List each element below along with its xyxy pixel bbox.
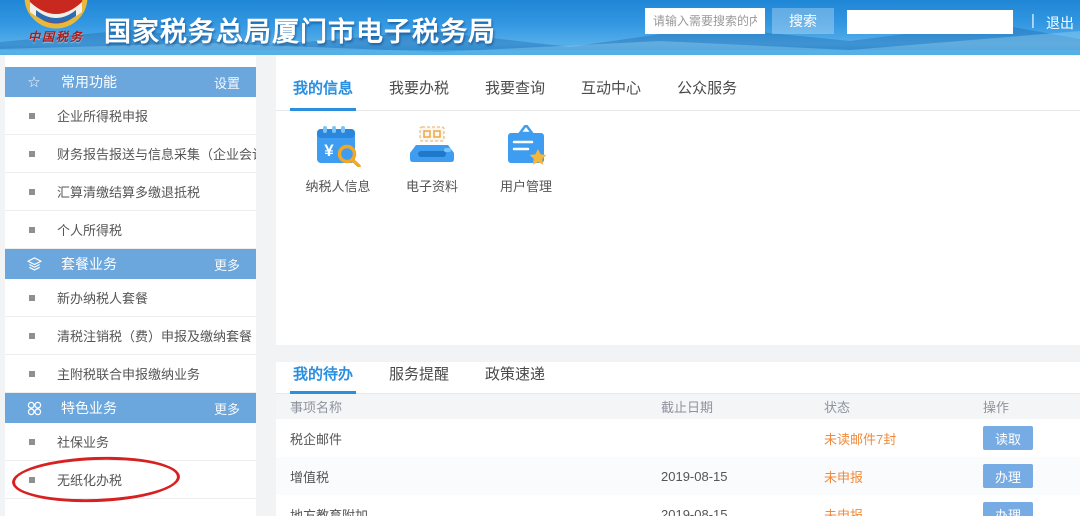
handle-button[interactable]: 办理 bbox=[983, 464, 1033, 488]
section-title: 常用功能 bbox=[61, 72, 117, 92]
sidebar-item-social-security[interactable]: 社保业务 bbox=[5, 423, 256, 461]
site-title: 国家税务总局厦门市电子税务局 bbox=[104, 10, 496, 49]
my-info-panel: 我的信息 我要办税 我要查询 互动中心 公众服务 ¥ 纳税人信息 bbox=[276, 67, 1080, 345]
more-link[interactable]: 更多 bbox=[214, 399, 240, 418]
bullet-icon bbox=[29, 227, 35, 233]
col-header-action: 操作 bbox=[983, 397, 1080, 416]
page: 中国税务 国家税务总局厦门市电子税务局 搜索 | 退出 ☆ 常用功能 设置 企业… bbox=[0, 0, 1080, 516]
bullet-icon bbox=[29, 371, 35, 377]
tab-service-reminder[interactable]: 服务提醒 bbox=[386, 363, 452, 393]
tab-handle-tax[interactable]: 我要办税 bbox=[386, 77, 452, 110]
table-row: 税企邮件 未读邮件7封 读取 bbox=[276, 419, 1080, 457]
more-link[interactable]: 更多 bbox=[214, 255, 240, 274]
search-button[interactable]: 搜索 bbox=[772, 8, 834, 34]
sidebar-item-corporate-income-tax[interactable]: 企业所得税申报 bbox=[5, 97, 256, 135]
todo-item-status: 未读邮件7封 bbox=[824, 429, 983, 448]
settings-link[interactable]: 设置 bbox=[214, 73, 240, 92]
table-row: 地方教育附加 2019-08-15 未申报 办理 bbox=[276, 495, 1080, 516]
taxpayer-info-icon: ¥ bbox=[314, 125, 362, 167]
shortcut-taxpayer-info[interactable]: ¥ 纳税人信息 bbox=[300, 125, 376, 195]
top-banner: 中国税务 国家税务总局厦门市电子税务局 搜索 | 退出 bbox=[0, 0, 1080, 55]
sidebar-item-joint-declaration[interactable]: 主附税联合申报缴纳业务 bbox=[5, 355, 256, 393]
todo-item-name: 增值税 bbox=[276, 467, 661, 486]
shortcut-row: ¥ 纳税人信息 电子资料 bbox=[276, 111, 1080, 195]
layers-icon bbox=[25, 257, 43, 272]
table-row: 增值税 2019-08-15 未申报 办理 bbox=[276, 457, 1080, 495]
shortcut-label: 电子资料 bbox=[406, 176, 458, 195]
shortcut-label: 纳税人信息 bbox=[305, 176, 370, 195]
todo-tabs: 我的待办 服务提醒 政策速递 bbox=[276, 362, 1080, 394]
sidebar-item-partial bbox=[5, 499, 256, 516]
main-tabs: 我的信息 我要办税 我要查询 互动中心 公众服务 bbox=[276, 67, 1080, 111]
shortcut-e-documents[interactable]: 电子资料 bbox=[394, 125, 470, 195]
col-header-status: 状态 bbox=[824, 397, 983, 416]
todo-item-deadline: 2019-08-15 bbox=[661, 469, 824, 484]
section-title: 套餐业务 bbox=[61, 254, 117, 274]
tab-public-service[interactable]: 公众服务 bbox=[674, 77, 740, 110]
todo-panel: 我的待办 服务提醒 政策速递 事项名称 截止日期 状态 操作 税企邮件 未读邮件… bbox=[276, 362, 1080, 516]
header-divider: | bbox=[1031, 12, 1035, 29]
shortcut-label: 用户管理 bbox=[500, 176, 552, 195]
tab-my-todo[interactable]: 我的待办 bbox=[290, 363, 356, 393]
bullet-icon bbox=[29, 189, 35, 195]
sidebar-item-personal-income-tax[interactable]: 个人所得税 bbox=[5, 211, 256, 249]
col-header-item-name: 事项名称 bbox=[276, 397, 661, 416]
svg-text:¥: ¥ bbox=[324, 141, 334, 160]
sidebar-item-tax-clearance-package[interactable]: 清税注销税（费）申报及缴纳套餐 bbox=[5, 317, 256, 355]
bullet-icon bbox=[29, 113, 35, 119]
col-header-deadline: 截止日期 bbox=[661, 397, 824, 416]
sidebar-item-new-taxpayer-package[interactable]: 新办纳税人套餐 bbox=[5, 279, 256, 317]
handle-button[interactable]: 办理 bbox=[983, 502, 1033, 516]
read-button[interactable]: 读取 bbox=[983, 426, 1033, 450]
sidebar-main-gutter bbox=[256, 55, 276, 516]
logo-caption: 中国税务 bbox=[20, 28, 92, 45]
logout-link[interactable]: 退出 bbox=[1046, 13, 1074, 33]
rings-icon bbox=[25, 401, 43, 416]
tab-my-info[interactable]: 我的信息 bbox=[290, 77, 356, 110]
sidebar-item-settlement-refund[interactable]: 汇算清缴结算多缴退抵税 bbox=[5, 173, 256, 211]
sidebar: ☆ 常用功能 设置 企业所得税申报 财务报告报送与信息采集（企业会计制度） 汇算… bbox=[5, 67, 256, 516]
bullet-icon bbox=[29, 333, 35, 339]
tab-policy-express[interactable]: 政策速递 bbox=[482, 363, 548, 393]
todo-item-name: 地方教育附加 bbox=[276, 505, 661, 516]
todo-item-status: 未申报 bbox=[824, 467, 983, 486]
sidebar-item-paperless-tax[interactable]: 无纸化办税 bbox=[5, 461, 256, 499]
e-documents-icon bbox=[408, 125, 456, 167]
search-input[interactable] bbox=[645, 8, 765, 34]
sidebar-section-featured-business: 特色业务 更多 bbox=[5, 393, 256, 423]
user-management-icon bbox=[502, 125, 550, 167]
tax-bureau-logo: 中国税务 bbox=[14, 0, 98, 55]
cards-gap bbox=[276, 345, 1080, 362]
bullet-icon bbox=[29, 295, 35, 301]
sidebar-section-common-functions: ☆ 常用功能 设置 bbox=[5, 67, 256, 97]
tab-query[interactable]: 我要查询 bbox=[482, 77, 548, 110]
section-title: 特色业务 bbox=[61, 398, 117, 418]
star-icon: ☆ bbox=[25, 73, 43, 91]
shortcut-user-management[interactable]: 用户管理 bbox=[488, 125, 564, 195]
table-header-row: 事项名称 截止日期 状态 操作 bbox=[276, 394, 1080, 419]
bullet-icon bbox=[29, 151, 35, 157]
sidebar-item-financial-report[interactable]: 财务报告报送与信息采集（企业会计制度） bbox=[5, 135, 256, 173]
bullet-icon bbox=[29, 477, 35, 483]
todo-item-status: 未申报 bbox=[824, 505, 983, 516]
bullet-icon bbox=[29, 439, 35, 445]
username-display bbox=[847, 10, 1013, 34]
tab-interaction-center[interactable]: 互动中心 bbox=[578, 77, 644, 110]
todo-item-name: 税企邮件 bbox=[276, 429, 661, 448]
sidebar-section-package-business: 套餐业务 更多 bbox=[5, 249, 256, 279]
todo-item-deadline: 2019-08-15 bbox=[661, 507, 824, 516]
